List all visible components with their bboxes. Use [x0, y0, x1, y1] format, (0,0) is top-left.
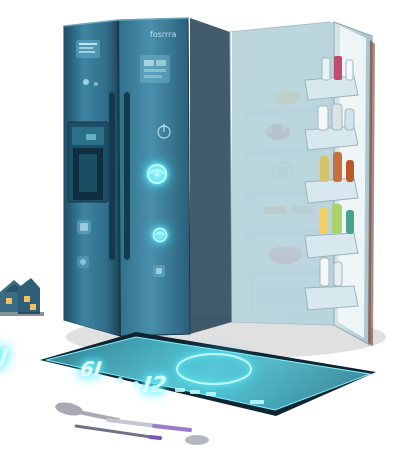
open-door[interactable] [232, 21, 375, 346]
touch-button-icon[interactable] [77, 256, 89, 268]
right-door-handle[interactable] [124, 92, 130, 260]
pen-icon [106, 418, 192, 432]
small-house-icon [0, 278, 44, 316]
smart-panel[interactable] [140, 55, 170, 83]
left-door-handle[interactable] [109, 92, 115, 260]
smart-fridge-scene: fosrrra I3J 6I [0, 17, 386, 445]
fridge-body: fosrrra [63, 17, 191, 337]
brand-mark: fosrrra [150, 30, 176, 39]
smart-dial-icon[interactable] [145, 162, 169, 186]
touch-button-icon[interactable] [151, 226, 169, 244]
svg-text:I3J: I3J [0, 345, 12, 370]
indicator-light [83, 79, 89, 85]
ice-dispenser-icon[interactable] [67, 121, 109, 203]
spoon-icon [55, 402, 120, 422]
touch-button-icon[interactable] [153, 265, 165, 277]
touch-button-icon[interactable] [77, 220, 91, 234]
tablet-readout-left: I3J [0, 345, 12, 370]
